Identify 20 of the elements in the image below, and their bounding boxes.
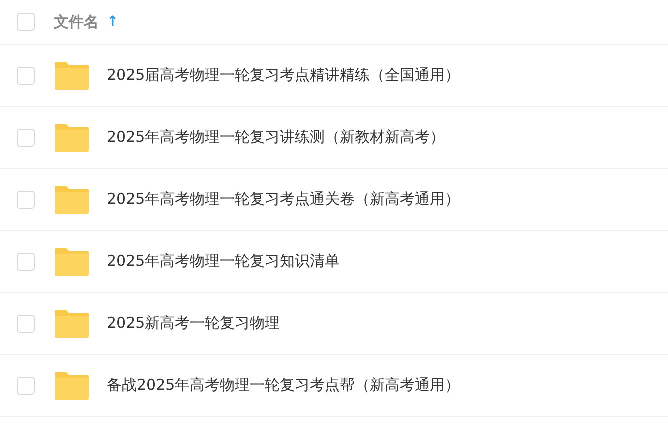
folder-icon xyxy=(54,246,90,276)
checkbox[interactable] xyxy=(17,128,35,146)
checkbox[interactable] xyxy=(17,13,35,31)
file-name[interactable]: 2025年高考物理一轮复习考点通关卷（新高考通用） xyxy=(107,190,460,209)
column-header[interactable]: 文件名 xyxy=(54,12,99,32)
file-name[interactable]: 2025年高考物理一轮复习讲练测（新教材新高考） xyxy=(107,128,446,147)
folder-icon xyxy=(54,60,90,90)
checkbox[interactable] xyxy=(17,190,35,208)
checkbox[interactable] xyxy=(17,252,35,270)
folder-icon xyxy=(54,122,90,152)
checkbox[interactable] xyxy=(17,376,35,394)
folder-icon xyxy=(54,370,90,400)
file-name[interactable]: 2025新高考一轮复习物理 xyxy=(107,314,280,333)
checkbox[interactable] xyxy=(17,66,35,84)
file-name[interactable]: 备战2025年高考物理一轮复习考点帮（新高考通用） xyxy=(107,376,460,395)
folder-icon xyxy=(54,308,90,338)
file-name[interactable]: 2025届高考物理一轮复习考点精讲精练（全国通用） xyxy=(107,66,460,85)
checkbox[interactable] xyxy=(17,314,35,332)
file-name[interactable]: 2025年高考物理一轮复习知识清单 xyxy=(107,252,340,271)
folder-icon xyxy=(54,184,90,214)
